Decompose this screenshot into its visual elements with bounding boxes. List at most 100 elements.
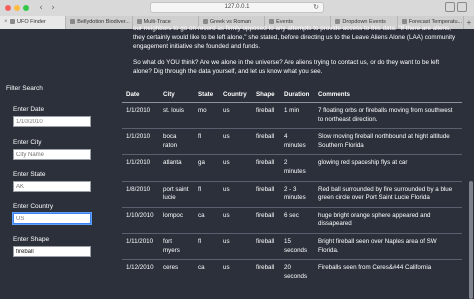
tab-label: Bellydotion Biodiver...	[77, 19, 130, 25]
table-row: 1/8/2010 port saint lucie fl us fireball…	[122, 180, 462, 208]
cell-shape: fireball	[252, 101, 280, 129]
cell-city: fort myers	[159, 232, 194, 260]
cell-state: ca	[194, 259, 219, 286]
cell-duration: 15 seconds	[280, 232, 314, 260]
table-row: 1/12/2010 ceres ca us fireball 20 second…	[122, 259, 462, 286]
favicon-icon	[269, 19, 275, 25]
shape-input[interactable]	[13, 246, 91, 257]
cell-date: 1/1/2010	[122, 128, 159, 155]
address-bar[interactable]: 127.0.0.1 ↻	[150, 2, 324, 13]
country-label: Enter Country	[13, 203, 54, 210]
tab-bellydotion[interactable]: Bellydotion Biodiver...	[66, 16, 133, 29]
cell-state: fl	[194, 128, 219, 155]
cell-country: us	[219, 206, 252, 234]
cell-city: boca raton	[159, 128, 194, 155]
column-header-date: Date	[122, 87, 159, 103]
cell-date: 1/1/2010	[122, 154, 159, 182]
new-tab-button[interactable]: +	[463, 16, 474, 29]
date-label: Enter Date	[13, 106, 45, 113]
cell-state: ga	[194, 154, 219, 182]
share-icon[interactable]	[445, 2, 455, 12]
table-row: 1/11/2010 fort myers fl us fireball 15 s…	[122, 232, 462, 260]
favicon-icon	[10, 19, 15, 25]
cell-date: 1/8/2010	[122, 180, 159, 208]
state-label: Enter State	[13, 171, 46, 178]
cell-date: 1/11/2010	[122, 232, 159, 260]
tab-label: UFO Finder	[17, 19, 46, 25]
cell-city: port saint lucie	[159, 180, 194, 208]
favicon-icon	[70, 19, 76, 25]
date-input[interactable]	[13, 116, 91, 127]
cell-comments: huge bright orange sphere appeared and d…	[314, 206, 462, 234]
page-scrollbar[interactable]	[467, 29, 474, 299]
minimize-window-button[interactable]	[14, 5, 20, 11]
cell-city: lompoc	[159, 206, 194, 234]
close-window-button[interactable]	[5, 5, 11, 11]
cell-duration: 2 minutes	[280, 154, 314, 182]
cell-date: 1/1/2010	[122, 101, 159, 129]
shape-label: Enter Shape	[13, 236, 50, 243]
back-arrow-icon[interactable]: ‹	[36, 3, 46, 13]
column-header-country: Country	[219, 87, 252, 103]
cell-shape: fireball	[252, 154, 280, 182]
cell-duration: 1 min	[280, 101, 314, 129]
address-bar-url: 127.0.0.1	[224, 4, 250, 10]
scrollbar-thumb[interactable]	[469, 181, 473, 299]
favicon-icon	[202, 19, 208, 25]
country-input[interactable]	[13, 213, 91, 224]
cell-shape: fireball	[252, 128, 280, 155]
cell-comments: Bright fireball seen over Naples area of…	[314, 232, 462, 260]
ufo-sightings-table: Date City State Country Shape Duration C…	[122, 87, 462, 286]
cell-state: fl	[194, 232, 219, 260]
column-header-city: City	[159, 87, 194, 103]
cell-comments: glowing red spaceship flys at car	[314, 154, 462, 182]
browser-actions	[443, 2, 471, 13]
cell-city: atlanta	[159, 154, 194, 182]
cell-shape: fireball	[252, 259, 280, 286]
cell-shape: fireball	[252, 180, 280, 208]
forward-arrow-icon[interactable]: ›	[48, 3, 58, 13]
cell-state: ca	[194, 206, 219, 234]
cell-state: mo	[194, 101, 219, 129]
cell-country: us	[219, 232, 252, 260]
table-header-row: Date City State Country Shape Duration C…	[122, 87, 462, 103]
cell-country: us	[219, 154, 252, 182]
cell-duration: 20 seconds	[280, 259, 314, 286]
column-header-shape: Shape	[252, 87, 280, 103]
cell-country: us	[219, 259, 252, 286]
state-input[interactable]	[13, 181, 91, 192]
cell-comments: Slow moving fireball northbound at hight…	[314, 128, 462, 155]
filter-search-title: Filter Search	[6, 85, 43, 92]
city-input[interactable]	[13, 149, 91, 160]
cell-country: us	[219, 128, 252, 155]
cell-comments: Fireballs seen from Ceres&#44 California	[314, 259, 462, 286]
table-row: 1/1/2010 atlanta ga us fireball 2 minute…	[122, 154, 462, 182]
column-header-duration: Duration	[280, 87, 314, 103]
intro-text: our neighbors to go on record as firmly …	[133, 25, 459, 77]
favicon-icon	[136, 19, 142, 25]
cell-city: st. louis	[159, 101, 194, 129]
reload-icon[interactable]: ↻	[313, 3, 319, 12]
tab-ufo-finder[interactable]: × UFO Finder	[0, 16, 67, 29]
intro-paragraph: So what do YOU think? Are we alone in th…	[133, 59, 440, 76]
cell-country: us	[219, 180, 252, 208]
cell-country: us	[219, 101, 252, 129]
cell-shape: fireball	[252, 206, 280, 234]
cell-shape: fireball	[252, 232, 280, 260]
cell-city: ceres	[159, 259, 194, 286]
cell-duration: 6 sec	[280, 206, 314, 234]
cell-duration: 4 minutes	[280, 128, 314, 155]
cell-duration: 2 - 3 minutes	[280, 180, 314, 208]
show-tabs-icon[interactable]	[457, 2, 467, 12]
maximize-window-button[interactable]	[23, 5, 29, 11]
cell-comments: 7 floating orbs or fireballs moving from…	[314, 101, 462, 129]
table-row: 1/1/2010 st. louis mo us fireball 1 min …	[122, 101, 462, 129]
favicon-icon	[401, 19, 407, 25]
column-header-state: State	[194, 87, 219, 103]
favicon-icon	[335, 19, 341, 25]
city-label: Enter City	[13, 139, 42, 146]
column-header-comments: Comments	[314, 87, 462, 103]
cell-date: 1/10/2010	[122, 206, 159, 234]
cell-state: fl	[194, 180, 219, 208]
table-row: 1/1/2010 boca raton fl us fireball 4 min…	[122, 128, 462, 155]
